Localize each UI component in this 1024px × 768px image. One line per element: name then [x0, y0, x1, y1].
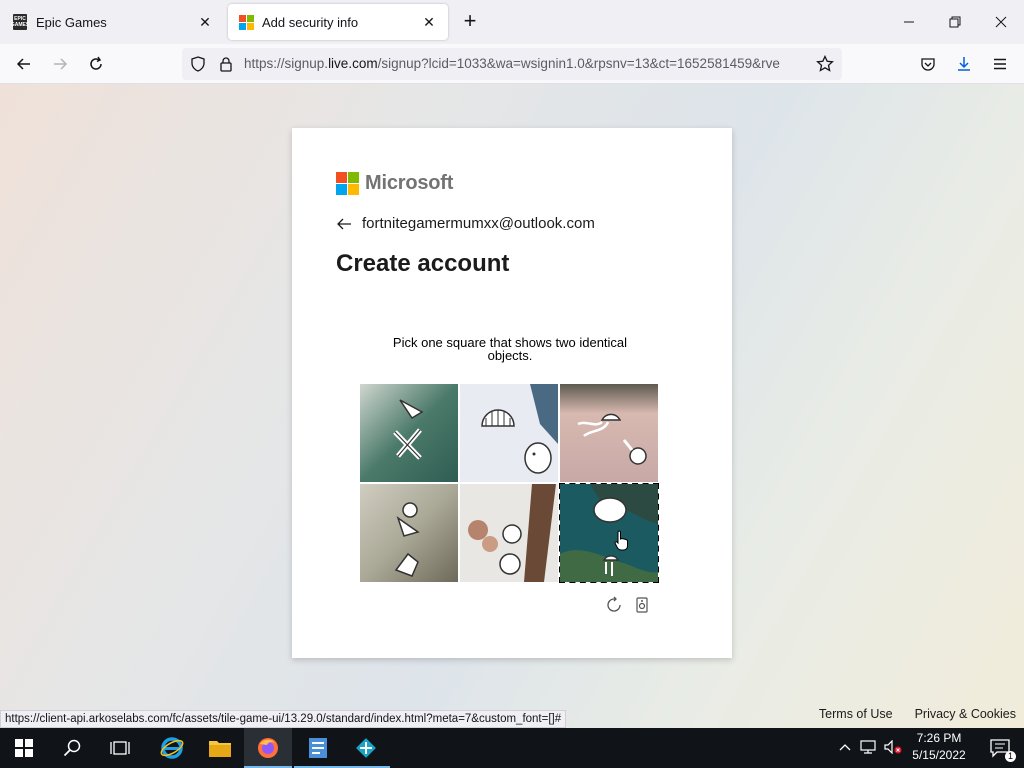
chevron-up-icon[interactable] — [838, 741, 852, 755]
document-app-icon — [309, 738, 327, 758]
forward-button[interactable] — [46, 50, 74, 78]
close-window-button[interactable] — [978, 0, 1024, 44]
captcha-tile[interactable] — [460, 384, 558, 482]
bookmark-star-icon[interactable] — [816, 54, 834, 78]
captcha-tile[interactable] — [560, 384, 658, 482]
forward-arrow-icon — [54, 58, 68, 70]
app-button[interactable] — [294, 728, 342, 768]
download-icon — [958, 57, 970, 71]
taskbar: 7:26 PM 5/15/2022 1 — [0, 728, 1024, 768]
refresh-icon[interactable] — [605, 596, 623, 614]
internet-explorer-button[interactable] — [148, 728, 196, 768]
address-bar[interactable]: https://signup.live.com/signup?lcid=1033… — [182, 48, 842, 80]
close-tab-icon[interactable]: ✕ — [196, 13, 214, 31]
system-tray — [838, 728, 902, 768]
clock[interactable]: 7:26 PM 5/15/2022 — [900, 730, 978, 764]
windows-logo-icon — [15, 739, 33, 757]
firefox-button[interactable] — [244, 728, 292, 768]
hand-cursor-icon — [614, 530, 628, 551]
menu-button[interactable] — [986, 50, 1014, 78]
audio-challenge-icon[interactable] — [633, 596, 651, 614]
back-arrow-icon — [16, 58, 30, 70]
tab-epic-games[interactable]: EPIC GAMES Epic Games ✕ — [2, 4, 224, 40]
start-button[interactable] — [0, 728, 48, 768]
captcha-prompt: Pick one square that shows two identical… — [392, 335, 628, 363]
tile-image — [460, 384, 558, 482]
tile-image — [560, 384, 658, 482]
captcha-tile[interactable] — [360, 484, 458, 582]
back-arrow-icon[interactable] — [336, 217, 356, 231]
signup-card: Microsoft fortnitegamermumxx@outlook.com… — [292, 128, 732, 658]
pocket-button[interactable] — [914, 50, 942, 78]
network-app-button[interactable] — [342, 728, 390, 768]
new-tab-button[interactable]: + — [458, 10, 482, 34]
account-email: fortnitegamermumxx@outlook.com — [362, 215, 595, 232]
epic-games-favicon: EPIC GAMES — [10, 14, 30, 30]
captcha-tile[interactable] — [360, 384, 458, 482]
shield-icon[interactable] — [190, 56, 206, 77]
task-view-icon — [110, 741, 130, 755]
downloads-button[interactable] — [950, 50, 978, 78]
captcha-tile-selected[interactable] — [559, 483, 659, 583]
notification-badge: 1 — [1004, 751, 1016, 762]
tab-title: Epic Games — [36, 14, 107, 30]
minimize-button[interactable] — [886, 0, 932, 44]
internet-explorer-icon — [160, 737, 184, 759]
microsoft-favicon — [238, 14, 254, 30]
reload-button[interactable] — [82, 50, 110, 78]
tab-add-security-info[interactable]: Add security info ✕ — [228, 4, 448, 40]
restore-button[interactable] — [932, 0, 978, 44]
action-center-button[interactable]: 1 — [976, 728, 1024, 768]
tab-title: Add security info — [262, 14, 359, 30]
privacy-link[interactable]: Privacy & Cookies — [915, 707, 1016, 721]
tile-image — [360, 484, 458, 582]
search-icon — [63, 739, 81, 757]
microsoft-logo: Microsoft — [336, 172, 453, 195]
page-title: Create account — [336, 250, 510, 277]
terms-link[interactable]: Terms of Use — [819, 707, 893, 721]
captcha-tile[interactable] — [460, 484, 558, 582]
tile-image — [560, 484, 658, 582]
pocket-icon — [921, 58, 935, 71]
status-url: https://client-api.arkoselabs.com/fc/ass… — [0, 710, 567, 728]
lock-icon[interactable] — [218, 56, 234, 77]
microsoft-logo-icon — [336, 172, 359, 195]
network-icon[interactable] — [860, 739, 876, 757]
brand-wordmark: Microsoft — [365, 172, 454, 194]
back-button[interactable] — [10, 50, 38, 78]
footer-links: Terms of Use Privacy & Cookies — [819, 707, 1016, 721]
url-text[interactable]: https://signup.live.com/signup?lcid=1033… — [244, 56, 810, 71]
firefox-icon — [258, 738, 278, 758]
captcha-grid — [359, 383, 659, 583]
network-app-icon — [356, 738, 376, 758]
clock-date: 5/15/2022 — [912, 748, 966, 762]
search-button[interactable] — [48, 728, 96, 768]
folder-icon — [209, 741, 231, 757]
tile-image — [360, 384, 458, 482]
file-explorer-button[interactable] — [196, 728, 244, 768]
captcha-controls — [605, 596, 651, 614]
page-content: Microsoft fortnitegamermumxx@outlook.com… — [0, 84, 1024, 728]
close-tab-icon[interactable]: ✕ — [420, 13, 438, 31]
task-view-button[interactable] — [96, 728, 144, 768]
hamburger-menu-icon — [994, 58, 1006, 70]
reload-icon — [90, 56, 102, 70]
tile-image — [460, 484, 558, 582]
clock-time: 7:26 PM — [916, 731, 962, 745]
identity-banner: fortnitegamermumxx@outlook.com — [336, 215, 595, 232]
tab-bar: EPIC GAMES Epic Games ✕ Add security inf… — [0, 0, 1024, 44]
